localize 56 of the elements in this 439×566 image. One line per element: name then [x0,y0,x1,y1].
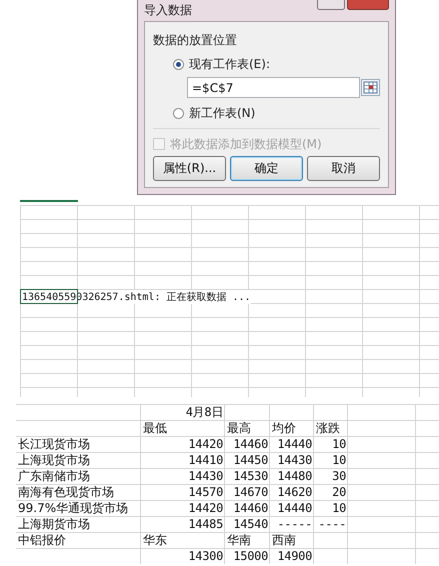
table-cell-text: 15000 [232,548,269,564]
column-header: 西南 [271,532,297,548]
row-header: 广东南储市场 [17,468,91,484]
radio-label: 新工作表(N) [189,104,256,122]
row-header: 中铝报价 [17,532,67,548]
column-header: 华东 [142,532,168,548]
row-header: 99.7%华通现货市场 [17,500,130,516]
table-cell-text: 30 [331,468,347,484]
table-cell-text: ---- [317,516,347,532]
section-label: 数据的放置位置 [153,32,238,49]
table-cell-text: 14900 [276,548,313,564]
table-cell-text: 10 [331,500,347,516]
window-title: 导入数据 [144,2,192,19]
column-header: 最高 [226,420,252,436]
table-cell-text: 14440 [276,500,313,516]
table-cell-text: 14420 [187,500,224,516]
radio-label: 现有工作表(E): [189,56,270,72]
column-header: 涨跌 [315,420,341,436]
row-header: 上海现货市场 [17,452,91,468]
table-cell-text: 14530 [232,468,269,484]
table-cell-text: 14450 [232,452,269,468]
table-cell-text: 14485 [187,516,224,532]
row-header: 南海有色现货市场 [17,484,115,500]
dialog-button[interactable]: 属性(R)... [153,156,226,181]
checkbox-label: 将此数据添加到数据模型(M) [170,136,322,152]
dialog-button[interactable]: 取消 [307,156,380,181]
table-cell-text: ----- [276,516,313,532]
table-cell-text: 14410 [187,452,224,468]
table-cell-text: 10 [331,436,347,452]
range-picker-icon[interactable] [361,79,380,96]
row-header: 长江现货市场 [17,436,91,452]
table-cell-text: 14620 [276,484,313,500]
close-button[interactable] [347,0,389,10]
table-cell-text: 20 [331,484,347,500]
column-header: 均价 [271,420,297,436]
help-button[interactable] [317,0,345,10]
table-cell-text: 14300 [187,548,224,564]
table-cell-text: 10 [331,452,347,468]
column-header: 华南 [226,532,252,548]
date-header: 4月8日 [184,404,224,420]
table-cell-text: 14430 [187,468,224,484]
table-cell-text: 14670 [232,484,269,500]
row-header: 上海期货市场 [17,516,91,532]
table-cell-text: 14420 [187,436,224,452]
table-cell-text: 14430 [276,452,313,468]
location-field[interactable]: =$C$7 [187,77,360,98]
table-cell-text: 14570 [187,484,224,500]
table-cell-text: 14540 [232,516,269,532]
table-cell-text: 14440 [276,436,313,452]
table-cell-text: 14460 [232,436,269,452]
column-header: 最低 [142,420,168,436]
table-cell-text: 14480 [276,468,313,484]
table-cell-text: 14460 [232,500,269,516]
dialog-button[interactable]: 确定 [230,156,303,181]
radio-button[interactable] [173,58,184,70]
radio-button[interactable] [173,108,184,118]
